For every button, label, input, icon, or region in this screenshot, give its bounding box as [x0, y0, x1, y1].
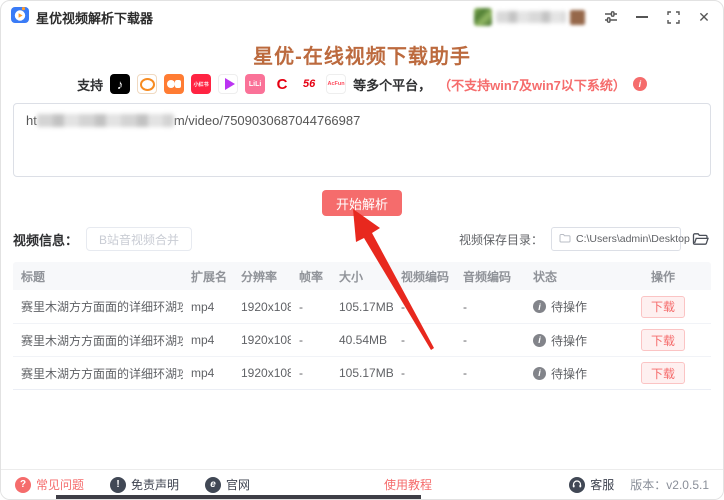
cell-vcodec: - — [393, 366, 455, 380]
censored-username — [496, 11, 566, 23]
cell-acodec: - — [455, 366, 525, 380]
url-input[interactable]: ht m/video/7509030687044766987 — [13, 103, 711, 177]
cell-vcodec: - — [393, 300, 455, 314]
platform-xiaohongshu-icon: 小红书 — [191, 74, 211, 94]
url-suffix: m/video/7509030687044766987 — [174, 113, 361, 128]
tutorial-link[interactable]: 使用教程 — [384, 476, 432, 493]
platform-weibo-icon — [137, 74, 157, 94]
page-title: 星优-在线视频下载助手 — [13, 40, 711, 69]
start-parse-button[interactable]: 开始解析 — [322, 190, 402, 216]
col-vcodec: 视频编码 — [393, 268, 455, 285]
url-prefix: ht — [26, 113, 37, 128]
info-icon[interactable] — [633, 77, 647, 91]
table-header-row: 标题 扩展名 分辨率 帧率 大小 视频编码 音频编码 状态 操作 — [13, 262, 711, 290]
status-info-icon — [533, 300, 546, 313]
col-size: 大小 — [331, 268, 393, 285]
folder-small-icon — [559, 230, 571, 248]
disclaimer-icon — [110, 477, 126, 493]
video-info-label: 视频信息： — [13, 230, 78, 249]
cell-title: 赛里木湖方方面面的详细环湖攻略从... — [13, 365, 183, 382]
save-dir-label: 视频保存目录： — [459, 231, 543, 248]
minimize-icon[interactable] — [633, 8, 651, 26]
browse-folder-icon[interactable] — [689, 228, 711, 250]
cell-size: 40.54MB — [331, 333, 393, 347]
cell-title: 赛里木湖方方面面的详细环湖攻略从... — [13, 332, 183, 349]
disclaimer-link[interactable]: 免责声明 — [110, 476, 179, 493]
globe-icon — [205, 477, 221, 493]
download-button[interactable]: 下载 — [641, 329, 685, 351]
platform-c-icon: C — [272, 74, 292, 94]
window-title: 星优视频解析下载器 — [36, 8, 153, 27]
taskbar-strip — [56, 495, 421, 499]
col-fps: 帧率 — [291, 268, 331, 285]
avatar — [474, 8, 492, 26]
status-info-icon — [533, 367, 546, 380]
results-table: 标题 扩展名 分辨率 帧率 大小 视频编码 音频编码 状态 操作 赛里木湖方方面… — [13, 262, 711, 390]
cell-status: 待操作 — [525, 365, 615, 382]
user-account-badge[interactable] — [474, 8, 585, 26]
settings-sliders-icon[interactable] — [602, 8, 620, 26]
col-ext: 扩展名 — [183, 268, 233, 285]
col-title: 标题 — [13, 268, 183, 285]
win7-warning: （不支持win7及win7以下系统） — [438, 75, 626, 94]
col-acodec: 音频编码 — [455, 268, 525, 285]
cell-fps: - — [291, 300, 331, 314]
download-button[interactable]: 下载 — [641, 296, 685, 318]
customer-service-link[interactable]: 客服 — [569, 476, 614, 493]
supported-platforms-row: 支持 ♪ 小红书 LiLi C 56 AcFun 等多个平台， （不支持win7及win7… — [13, 72, 711, 96]
app-logo-icon — [11, 6, 29, 29]
app-window: 星优视频解析下载器 ✕ 星优-在线视 — [0, 0, 724, 500]
col-resolution: 分辨率 — [233, 268, 291, 285]
platform-kuaishou-icon — [164, 74, 184, 94]
cell-size: 105.17MB — [331, 300, 393, 314]
save-path-value: C:\Users\admin\Desktop — [576, 233, 690, 245]
bilibili-merge-button[interactable]: B站音视频合并 — [86, 227, 192, 251]
support-label: 支持 — [77, 75, 103, 94]
cell-resolution: 1920x1080 — [233, 333, 291, 347]
cell-title: 赛里木湖方方面面的详细环湖攻略从... — [13, 298, 183, 315]
cell-status: 待操作 — [525, 298, 615, 315]
table-row: 赛里木湖方方面面的详细环湖攻略从... mp4 1920x1080 - 40.5… — [13, 323, 711, 356]
censored-badge — [570, 10, 585, 25]
platform-haokan-icon — [218, 74, 238, 94]
cell-acodec: - — [455, 300, 525, 314]
faq-link[interactable]: 常见问题 — [15, 476, 84, 493]
cell-vcodec: - — [393, 333, 455, 347]
col-action: 操作 — [615, 268, 711, 285]
status-info-icon — [533, 334, 546, 347]
table-row: 赛里木湖方方面面的详细环湖攻略从... mp4 1920x1080 - 105.… — [13, 356, 711, 389]
cell-status: 待操作 — [525, 332, 615, 349]
censored-url-part — [37, 114, 174, 127]
version-text: 版本：v2.0.5.1 — [630, 476, 709, 493]
website-link[interactable]: 官网 — [205, 476, 250, 493]
cell-acodec: - — [455, 333, 525, 347]
headset-icon — [569, 477, 585, 493]
cell-resolution: 1920x1080 — [233, 300, 291, 314]
cell-resolution: 1920x1080 — [233, 366, 291, 380]
platform-lili-icon: LiLi — [245, 74, 265, 94]
maximize-icon[interactable] — [664, 8, 682, 26]
cell-fps: - — [291, 333, 331, 347]
cell-ext: mp4 — [183, 366, 233, 380]
close-icon[interactable]: ✕ — [695, 8, 713, 26]
cell-ext: mp4 — [183, 333, 233, 347]
download-button[interactable]: 下载 — [641, 362, 685, 384]
question-icon — [15, 477, 31, 493]
platform-56-icon: 56 — [299, 74, 319, 94]
col-status: 状态 — [525, 268, 615, 285]
platform-douyin-icon: ♪ — [110, 74, 130, 94]
platform-acfun-icon: AcFun — [326, 74, 346, 94]
cell-fps: - — [291, 366, 331, 380]
more-platforms-label: 等多个平台， — [353, 75, 431, 94]
cell-size: 105.17MB — [331, 366, 393, 380]
titlebar: 星优视频解析下载器 ✕ — [1, 1, 723, 33]
table-row: 赛里木湖方方面面的详细环湖攻略从... mp4 1920x1080 - 105.… — [13, 290, 711, 323]
cell-ext: mp4 — [183, 300, 233, 314]
save-path-input[interactable]: C:\Users\admin\Desktop — [551, 227, 681, 251]
